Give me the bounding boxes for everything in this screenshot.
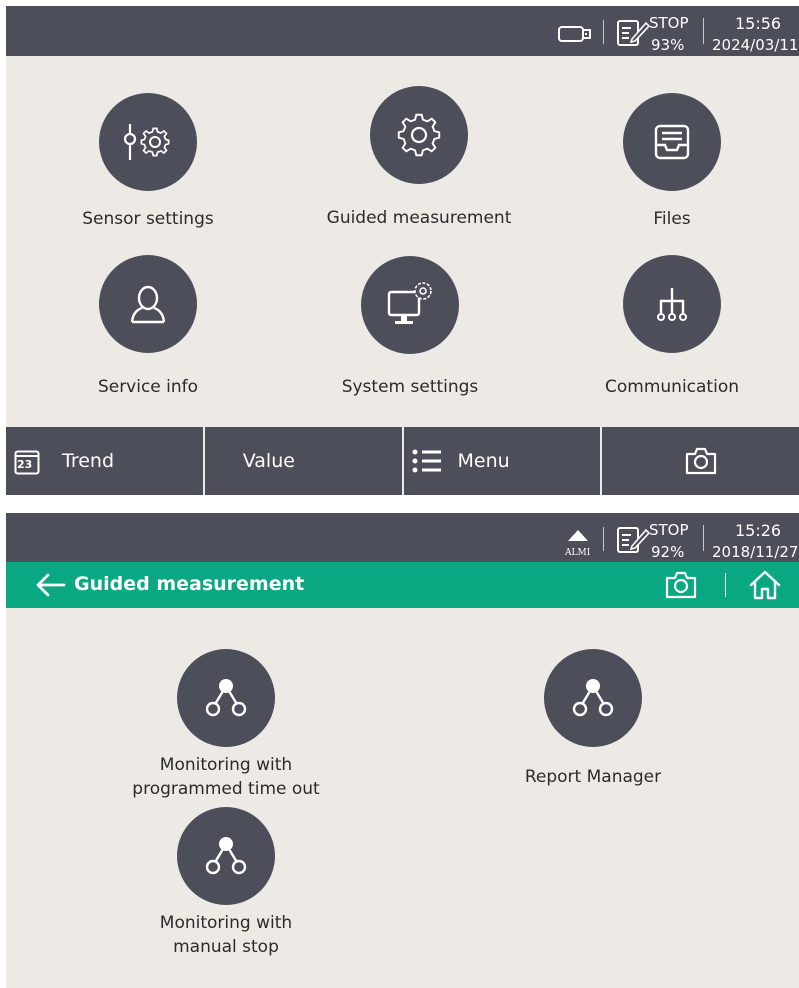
guided-measurement-screen: ALMI STOP 92% 15:26 2018/11/27 Guided me… [6, 513, 799, 988]
tile-files[interactable]: Files [552, 93, 792, 229]
battery-text: 93% [651, 36, 685, 54]
usb-drive-icon [558, 26, 591, 42]
tile-label: Files [653, 209, 691, 229]
file-tray-icon [623, 93, 721, 191]
status-divider [603, 20, 604, 44]
workflow-icon [177, 649, 275, 747]
calendar-day: 23 [17, 458, 33, 471]
tile-label: Communication [605, 377, 739, 397]
item-monitoring-manual-stop[interactable]: Monitoring with manual stop [106, 807, 346, 959]
tile-sensor-settings[interactable]: Sensor settings [28, 93, 268, 229]
workflow-icon [177, 807, 275, 905]
camera-icon [686, 447, 717, 475]
run-state-text: STOP [649, 521, 689, 539]
tile-guided-measurement[interactable]: Guided measurement [299, 86, 539, 228]
list-icon [412, 449, 441, 473]
main-menu-screen: STOP 93% 15:56 2024/03/11 Sensor setting… [6, 6, 799, 495]
tile-label: Sensor settings [82, 209, 214, 229]
sensor-gear-icon [99, 93, 197, 191]
value-label: Value [242, 450, 295, 472]
network-tree-icon [623, 255, 721, 353]
item-label-line: programmed time out [132, 779, 320, 799]
gear-icon [370, 86, 468, 184]
header-divider [725, 573, 726, 597]
screenshot-button[interactable] [602, 427, 799, 495]
clock-time: 15:56 [735, 14, 782, 33]
page-title: Guided measurement [74, 573, 305, 595]
alarm-triangle-icon [568, 530, 588, 541]
run-state-text: STOP [649, 14, 689, 32]
item-label: Monitoring with programmed time out [106, 753, 346, 801]
battery-text: 92% [651, 543, 685, 561]
status-divider [703, 525, 704, 551]
bottom-nav-bar: 23 Trend Value Menu [6, 427, 799, 495]
clock-date: 2018/11/27 [712, 543, 799, 561]
menu-label: Menu [457, 450, 510, 472]
edit-document-icon [617, 20, 650, 46]
tile-label: Guided measurement [326, 208, 512, 228]
monitor-gear-icon [361, 256, 459, 354]
workflow-icon [544, 649, 642, 747]
camera-icon[interactable] [664, 570, 698, 600]
item-label: Monitoring with manual stop [106, 911, 346, 959]
trend-label: Trend [62, 450, 114, 472]
back-arrow-icon[interactable] [36, 573, 66, 597]
trend-button[interactable]: 23 Trend [6, 427, 203, 495]
edit-document-icon [617, 527, 650, 553]
tile-service-info[interactable]: Service info [28, 255, 268, 397]
item-label: Report Manager [473, 765, 713, 789]
tile-communication[interactable]: Communication [552, 255, 792, 397]
status-bar: ALMI STOP 92% 15:26 2018/11/27 [6, 513, 799, 563]
alarm-text: ALMI [565, 548, 591, 558]
page-header: Guided measurement [6, 562, 799, 608]
clock-date: 2024/03/11 [712, 36, 799, 54]
menu-button[interactable]: Menu [403, 427, 601, 495]
item-label-line: Monitoring with [159, 913, 293, 933]
home-icon[interactable] [748, 569, 782, 601]
item-label-line: manual stop [173, 937, 279, 957]
item-monitoring-time-out[interactable]: Monitoring with programmed time out [106, 649, 346, 801]
tile-label: System settings [341, 377, 479, 397]
status-divider [703, 18, 704, 44]
clock-time: 15:26 [735, 521, 782, 540]
status-bar: STOP 93% 15:56 2024/03/11 [6, 6, 799, 56]
item-label-line: Monitoring with [159, 755, 293, 775]
person-icon [99, 255, 197, 353]
status-divider [603, 527, 604, 551]
item-report-manager[interactable]: Report Manager [473, 649, 713, 789]
tile-system-settings[interactable]: System settings [290, 256, 530, 397]
tile-label: Service info [97, 377, 199, 397]
value-button[interactable]: Value [204, 427, 402, 495]
item-label-line: Report Manager [524, 767, 662, 787]
